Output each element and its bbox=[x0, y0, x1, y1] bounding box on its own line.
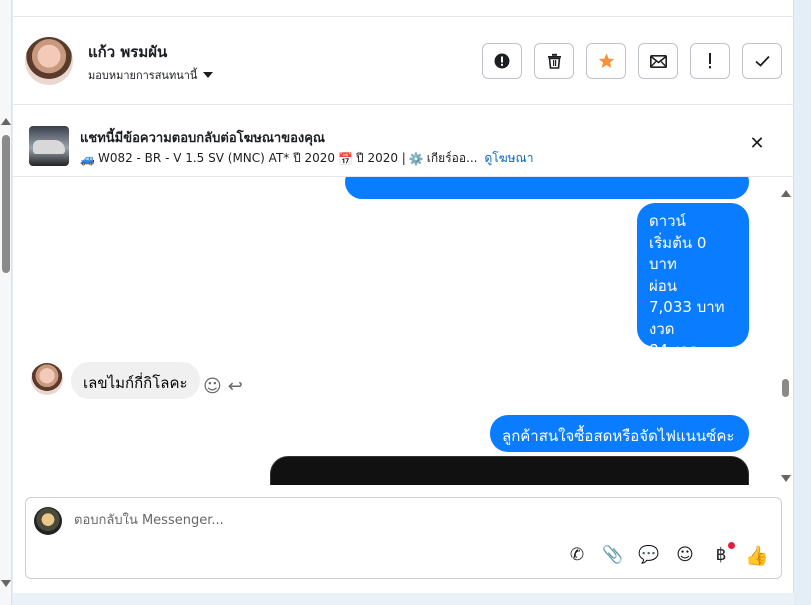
conversation-header: แก้ว พรมผัน มอบหมายการสนทนานี้ bbox=[13, 17, 794, 105]
outgoing-image-message[interactable] bbox=[270, 456, 749, 485]
page-bottom-edge bbox=[13, 593, 794, 605]
attachment-icon[interactable]: 📎 bbox=[602, 544, 624, 566]
mail-button[interactable] bbox=[638, 43, 678, 79]
thread-scrollbar[interactable] bbox=[780, 187, 792, 485]
ad-model-text: W082 - BR - V 1.5 SV (MNC) AT* ปี 2020 bbox=[97, 151, 336, 165]
caret-down-icon bbox=[203, 72, 214, 78]
view-ad-link[interactable]: ดูโฆษณา bbox=[485, 149, 534, 168]
message-line: 7,033 บาท bbox=[649, 298, 725, 316]
message-line: ผ่อน bbox=[649, 276, 678, 295]
ad-reply-banner: แชทนี้มีข้อความตอบกลับต่อโฆษณาของคุณ 🚙 W… bbox=[13, 105, 794, 177]
ad-year-text: ปี 2020 | bbox=[356, 151, 406, 165]
ad-banner-details: 🚙 W082 - BR - V 1.5 SV (MNC) AT* ปี 2020… bbox=[80, 149, 533, 168]
delete-button[interactable] bbox=[534, 43, 574, 79]
emoji-icon[interactable]: ☺ bbox=[674, 544, 696, 566]
star-button[interactable] bbox=[586, 43, 626, 79]
message-actions: ☺ ↩ bbox=[203, 376, 243, 397]
mark-done-button[interactable] bbox=[742, 43, 782, 79]
ad-banner-title: แชทนี้มีข้อความตอบกลับต่อโฆษณาของคุณ bbox=[80, 131, 325, 146]
calendar-icon: 📅 bbox=[338, 151, 354, 166]
incoming-message-bubble[interactable]: เลขไมก์กี่กิโลคะ bbox=[71, 362, 200, 399]
outgoing-message-bubble[interactable]: ดาวน์ เริ่มต้น 0 บาท ผ่อน 7,033 บาท งวด … bbox=[637, 203, 749, 359]
conversation-panel: แก้ว พรมผัน มอบหมายการสนทนานี้ แชทนี้มีข… bbox=[13, 0, 794, 593]
composer-toolbar: ✆ 📎 💬 ☺ ฿ 👍 bbox=[566, 542, 769, 567]
scroll-up-arrow-icon[interactable] bbox=[1, 118, 11, 125]
page-avatar bbox=[34, 507, 62, 535]
message-line: เริ่มต้น 0 บาท bbox=[649, 233, 707, 274]
reply-input[interactable] bbox=[74, 510, 754, 530]
react-emoji-icon[interactable]: ☺ bbox=[203, 376, 222, 397]
trash-icon bbox=[547, 53, 561, 69]
message-thread[interactable]: ดาวน์ เริ่มต้น 0 บาท ผ่อน 7,033 บาท งวด … bbox=[13, 177, 794, 485]
contact-name[interactable]: แก้ว พรมผัน bbox=[88, 40, 167, 64]
call-add-icon[interactable]: ✆ bbox=[566, 544, 588, 566]
payment-baht-button[interactable]: ฿ bbox=[710, 542, 735, 566]
mark-important-button[interactable] bbox=[690, 43, 730, 79]
like-icon[interactable]: 👍 bbox=[745, 544, 769, 567]
exclamation-icon bbox=[709, 53, 711, 69]
alert-circle-icon bbox=[494, 53, 510, 69]
envelope-icon bbox=[649, 54, 667, 68]
reply-composer: ✆ 📎 💬 ☺ ฿ 👍 bbox=[25, 497, 782, 579]
payment-baht-icon: ฿ bbox=[715, 545, 727, 565]
header-actions bbox=[482, 43, 782, 79]
ad-gear-text: เกียร์ออ... bbox=[426, 151, 478, 165]
close-icon[interactable]: ✕ bbox=[748, 135, 766, 153]
saved-replies-icon[interactable]: 💬 bbox=[638, 544, 660, 566]
ad-thumbnail[interactable] bbox=[29, 126, 69, 166]
contact-avatar[interactable] bbox=[25, 37, 73, 85]
check-icon bbox=[754, 55, 770, 67]
message-line: งวด bbox=[649, 319, 675, 338]
message-line: 84 งวด bbox=[649, 341, 699, 359]
scroll-down-arrow-icon[interactable] bbox=[781, 475, 791, 482]
scroll-up-arrow-icon[interactable] bbox=[781, 190, 791, 197]
notification-dot bbox=[728, 542, 735, 549]
star-icon bbox=[598, 53, 614, 68]
reply-icon[interactable]: ↩ bbox=[228, 376, 243, 397]
assign-conversation-dropdown[interactable]: มอบหมายการสนทนานี้ bbox=[88, 66, 214, 84]
scroll-down-arrow-icon[interactable] bbox=[1, 580, 11, 587]
scroll-thumb[interactable] bbox=[782, 379, 789, 397]
assign-label: มอบหมายการสนทนานี้ bbox=[88, 69, 198, 82]
outgoing-message-bubble[interactable] bbox=[345, 177, 749, 199]
outgoing-message-bubble[interactable]: ลูกค้าสนใจซื้อสดหรือจัดไฟแนนซ์คะ bbox=[490, 415, 749, 452]
gear-icon: ⚙️ bbox=[408, 151, 424, 166]
page-scrollbar[interactable] bbox=[0, 0, 12, 605]
message-line: ดาวน์ bbox=[649, 212, 686, 230]
car-icon: 🚙 bbox=[80, 151, 95, 166]
scroll-thumb[interactable] bbox=[2, 135, 10, 273]
sender-avatar[interactable] bbox=[31, 363, 63, 395]
report-button[interactable] bbox=[482, 43, 522, 79]
